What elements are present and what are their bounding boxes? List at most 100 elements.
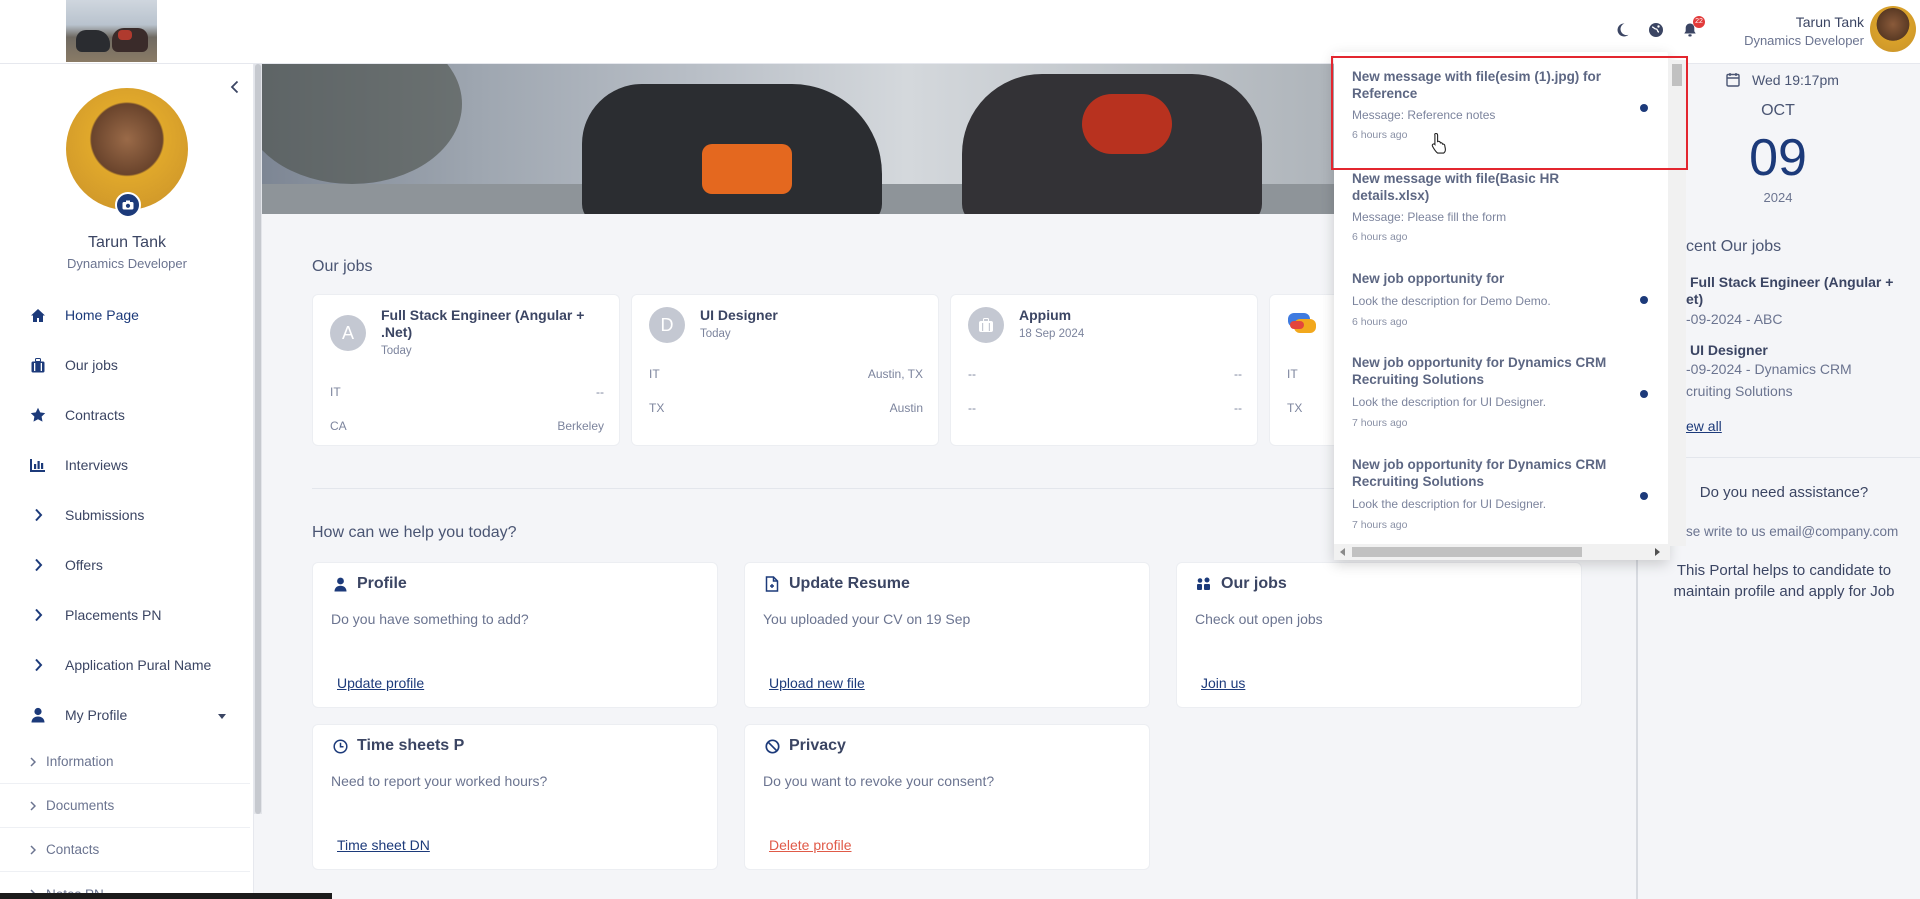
document-icon [763, 575, 781, 593]
clock-icon [331, 737, 349, 755]
notification-title: New message with file(Basic HR details.x… [1352, 171, 1560, 203]
upload-new-file-link[interactable]: Upload new file [769, 675, 865, 691]
job-card[interactable]: A Full Stack Engineer (Angular + .Net) T… [312, 294, 620, 446]
bell-icon[interactable]: 22 [1680, 16, 1705, 40]
job-avatar: D [649, 307, 685, 343]
subnav-item-label: Information [46, 754, 114, 769]
sidebar-item-label: Home Page [65, 307, 139, 323]
cloud-logo-icon [1286, 309, 1320, 339]
sidebar-item-label: My Profile [65, 707, 128, 723]
sidebar-item-placements[interactable]: Placements PN [0, 590, 250, 640]
sidebar-item-interviews[interactable]: Interviews [0, 440, 250, 490]
update-resume-card: Update Resume You uploaded your CV on 19… [744, 562, 1150, 708]
sidebar-item-our-jobs[interactable]: Our jobs [0, 340, 250, 390]
notification-message: Look the description for Demo Demo. [1352, 294, 1551, 308]
subnav-item-documents[interactable]: Documents [0, 784, 250, 828]
sidebar-item-contracts[interactable]: Contracts [0, 390, 250, 440]
job-row: IT -- [330, 385, 604, 399]
notification-title: New job opportunity for Dynamics CRM Rec… [1352, 457, 1607, 489]
notification-message: Message: Please fill the form [1352, 210, 1507, 224]
notification-title: New job opportunity for [1352, 271, 1505, 286]
avatar[interactable] [1870, 6, 1916, 52]
ban-icon [763, 737, 781, 755]
card-title: Profile [357, 575, 407, 592]
card-description: Do you want to revoke your consent? [763, 773, 995, 789]
recent-jobs-heading: cent Our jobs [1686, 238, 1782, 255]
scrollbar-thumb[interactable] [1352, 547, 1582, 557]
chevron-right-icon [30, 798, 37, 814]
subnav-item-information[interactable]: Information [0, 740, 250, 784]
sidebar-user-name: Tarun Tank [88, 234, 166, 251]
sidebar-item-label: Offers [65, 557, 103, 573]
unread-dot [1640, 492, 1648, 500]
selection-highlight [1331, 56, 1688, 170]
collapse-sidebar-icon[interactable] [226, 78, 244, 96]
join-us-link[interactable]: Join us [1201, 675, 1245, 691]
globe-icon[interactable] [1646, 20, 1666, 40]
update-profile-link[interactable]: Update profile [337, 675, 424, 691]
recent-job-sub: -09-2024 - Dynamics CRM [1686, 361, 1852, 377]
delete-profile-link[interactable]: Delete profile [769, 837, 852, 853]
panel-section-divider [1660, 457, 1920, 458]
sidebar-item-label: Placements PN [65, 607, 162, 623]
job-row: CA Berkeley [330, 419, 604, 433]
sidebar-item-submissions[interactable]: Submissions [0, 490, 250, 540]
profile-card: Profile Do you have something to add? Up… [312, 562, 718, 708]
sidebar-item-home-page[interactable]: Home Page [0, 290, 250, 340]
star-icon [28, 405, 48, 425]
help-heading: How can we help you today? [312, 524, 517, 541]
job-row-label: TX [649, 401, 665, 415]
user-role: Dynamics Developer [1744, 33, 1864, 48]
job-title: Appium [1019, 307, 1072, 323]
sidebar-item-my-profile[interactable]: My Profile [0, 690, 250, 740]
sidebar: Tarun Tank Dynamics Developer Home Page … [0, 64, 254, 899]
caret-down-icon[interactable] [218, 707, 226, 723]
notification-badge: 22 [1693, 16, 1705, 28]
job-row-value: -- [1234, 367, 1242, 381]
notification-time: 6 hours ago [1352, 231, 1408, 243]
recent-job-sub: cruiting Solutions [1686, 383, 1793, 399]
user-icon [331, 575, 349, 593]
home-icon [28, 305, 48, 325]
recent-job-sub: -09-2024 - ABC [1686, 311, 1783, 327]
sidebar-item-application[interactable]: Application Pural Name [0, 640, 250, 690]
sidebar-nav: Home Page Our jobs Contracts Interviews … [0, 290, 250, 899]
job-row-value: -- [1234, 401, 1242, 415]
view-all-link[interactable]: ew all [1686, 418, 1722, 434]
job-card[interactable]: Appium 18 Sep 2024 -- -- -- -- [950, 294, 1258, 446]
card-description: You uploaded your CV on 19 Sep [763, 611, 971, 627]
company-logo[interactable] [66, 0, 157, 62]
chevron-right-icon [28, 605, 48, 625]
card-title: Privacy [789, 737, 846, 754]
job-avatar: A [330, 315, 366, 351]
moon-icon[interactable] [1612, 20, 1632, 40]
sidebar-scrollbar[interactable] [254, 64, 262, 814]
recent-job-title[interactable]: Full Stack Engineer (Angular + [1690, 274, 1893, 291]
job-date: Today [381, 345, 412, 357]
notification-time: 7 hours ago [1352, 519, 1408, 531]
job-row-label: TX [1287, 401, 1303, 415]
time-sheets-card: Time sheets P Need to report your worked… [312, 724, 718, 870]
sidebar-item-label: Application Pural Name [65, 657, 212, 673]
job-row: TX Austin [649, 401, 923, 415]
subnav-item-contacts[interactable]: Contacts [0, 828, 250, 872]
user-info[interactable]: Tarun Tank Dynamics Developer [1744, 14, 1864, 48]
job-card[interactable]: D UI Designer Today IT Austin, TX TX Aus… [631, 294, 939, 446]
assistance-email: se write to us email@company.com [1686, 524, 1899, 539]
subnav-item-label: Contacts [46, 842, 100, 857]
camera-icon[interactable] [115, 192, 141, 218]
our-jobs-card: Our jobs Check out open jobs Join us [1176, 562, 1582, 708]
briefcase-icon [968, 307, 1004, 343]
job-row: IT Austin, TX [649, 367, 923, 381]
sidebar-item-label: Submissions [65, 507, 145, 523]
job-date: Today [700, 328, 731, 340]
job-row-label: CA [330, 419, 347, 433]
recent-job-title[interactable]: UI Designer [1690, 342, 1768, 359]
time-sheet-link[interactable]: Time sheet DN [337, 837, 430, 853]
privacy-card: Privacy Do you want to revoke your conse… [744, 724, 1150, 870]
job-row-label: IT [330, 385, 341, 399]
calendar-icon [1726, 72, 1740, 90]
sidebar-item-label: Our jobs [65, 357, 118, 373]
job-title: Full Stack Engineer (Angular + .Net) [381, 307, 585, 340]
sidebar-item-offers[interactable]: Offers [0, 540, 250, 590]
